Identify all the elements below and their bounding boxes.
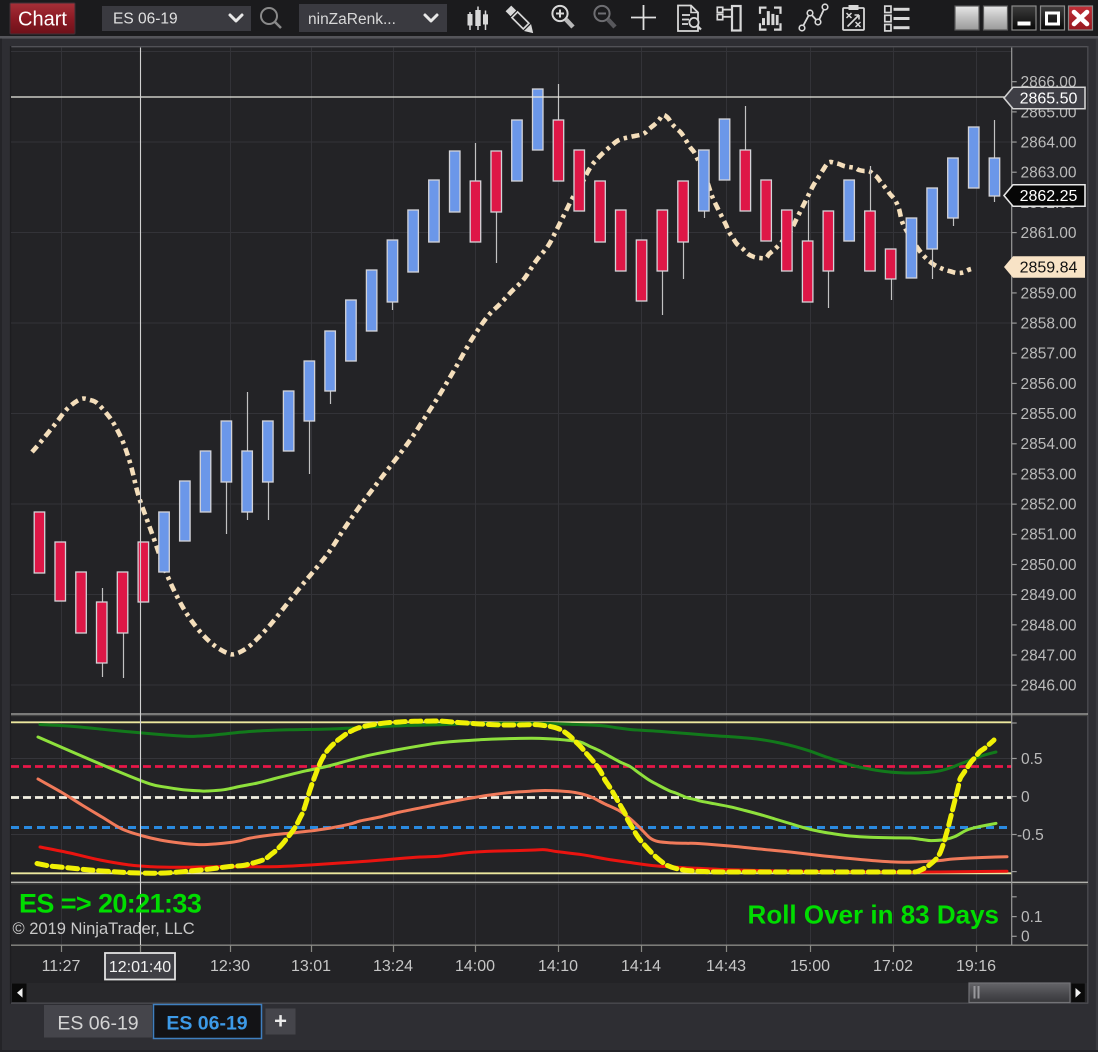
- svg-text:2859.84: 2859.84: [1020, 260, 1078, 277]
- svg-text:19:16: 19:16: [956, 958, 996, 975]
- svg-text:2864.00: 2864.00: [1021, 134, 1077, 151]
- svg-text:2848.00: 2848.00: [1021, 617, 1077, 634]
- svg-text:2861.00: 2861.00: [1021, 225, 1077, 242]
- svg-text:ES 06-19: ES 06-19: [113, 11, 178, 28]
- svg-text:2853.00: 2853.00: [1021, 466, 1077, 483]
- svg-text:15:00: 15:00: [790, 958, 830, 975]
- svg-text:0: 0: [1021, 929, 1030, 946]
- svg-text:ES 06-19: ES 06-19: [57, 1013, 138, 1035]
- svg-text:2849.00: 2849.00: [1021, 587, 1077, 604]
- svg-text:© 2019 NinjaTrader, LLC: © 2019 NinjaTrader, LLC: [13, 920, 195, 938]
- svg-text:14:14: 14:14: [621, 958, 661, 975]
- svg-text:0.1: 0.1: [1021, 909, 1043, 926]
- svg-text:2856.00: 2856.00: [1021, 376, 1077, 393]
- svg-text:Chart: Chart: [18, 9, 67, 31]
- svg-text:2852.00: 2852.00: [1021, 497, 1077, 514]
- svg-text:2858.00: 2858.00: [1021, 316, 1077, 333]
- svg-text:0.5: 0.5: [1021, 751, 1043, 768]
- svg-text:2857.00: 2857.00: [1021, 346, 1077, 363]
- svg-text:ES 06-19: ES 06-19: [166, 1013, 247, 1035]
- svg-text:2863.00: 2863.00: [1021, 165, 1077, 182]
- svg-text:12:30: 12:30: [210, 958, 250, 975]
- svg-text:+: +: [274, 1009, 287, 1034]
- svg-text:13:01: 13:01: [291, 958, 331, 975]
- svg-text:ninZaRenk...: ninZaRenk...: [308, 11, 396, 28]
- svg-text:2862.25: 2862.25: [1020, 188, 1078, 205]
- svg-text:14:10: 14:10: [538, 958, 578, 975]
- svg-text:ES => 20:21:33: ES => 20:21:33: [19, 889, 202, 919]
- svg-text:2855.00: 2855.00: [1021, 406, 1077, 423]
- svg-text:2847.00: 2847.00: [1021, 647, 1077, 664]
- svg-text:14:00: 14:00: [455, 958, 495, 975]
- svg-text:-0.5: -0.5: [1017, 827, 1044, 844]
- svg-text:17:02: 17:02: [873, 958, 913, 975]
- svg-text:2851.00: 2851.00: [1021, 527, 1077, 544]
- svg-text:14:43: 14:43: [706, 958, 746, 975]
- svg-text:13:24: 13:24: [373, 958, 413, 975]
- svg-text:2865.50: 2865.50: [1020, 91, 1078, 108]
- svg-text:Roll Over in 83 Days: Roll Over in 83 Days: [748, 900, 999, 930]
- svg-text:2846.00: 2846.00: [1021, 678, 1077, 695]
- svg-text:2854.00: 2854.00: [1021, 436, 1077, 453]
- svg-text:2850.00: 2850.00: [1021, 557, 1077, 574]
- svg-text:11:27: 11:27: [42, 958, 81, 975]
- svg-text:2859.00: 2859.00: [1021, 285, 1077, 302]
- svg-text:12:01:40: 12:01:40: [109, 959, 171, 976]
- svg-text:0: 0: [1021, 789, 1030, 806]
